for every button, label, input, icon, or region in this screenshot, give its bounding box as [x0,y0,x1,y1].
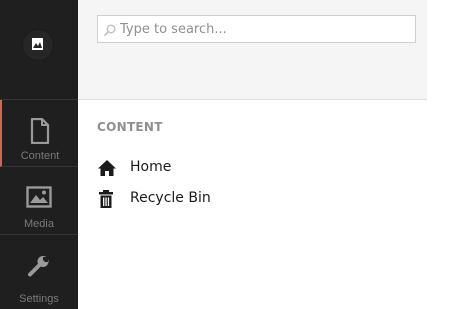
section-media-label: Media [24,218,54,230]
editor-area [427,0,470,309]
document-icon [30,117,50,145]
tree-node-recycle-bin[interactable]: Recycle Bin [97,188,397,210]
search-box[interactable] [97,15,416,43]
avatar-image-icon [32,38,43,50]
section-content[interactable]: Content [0,100,78,167]
trash-icon [99,190,113,208]
home-icon [98,160,116,176]
search-area [78,0,427,100]
tree-node-label: Home [130,159,172,175]
logo-area [0,0,78,100]
tree-section-heading: CONTENT [97,120,163,134]
tree-node-label: Recycle Bin [130,190,211,206]
content-tree-panel: CONTENT Home Recycle Bin [78,0,427,309]
section-settings-label: Settings [19,293,59,305]
search-input[interactable] [120,18,410,40]
section-content-label: Content [20,150,60,162]
wrench-icon [28,256,49,277]
section-media[interactable]: Media [0,168,78,235]
image-icon [26,186,52,208]
app-sidebar: Content Media Settings [0,0,78,309]
user-avatar[interactable] [22,29,54,61]
tree-node-home[interactable]: Home [97,157,397,179]
search-icon [104,24,116,36]
section-settings[interactable]: Settings [0,236,78,309]
